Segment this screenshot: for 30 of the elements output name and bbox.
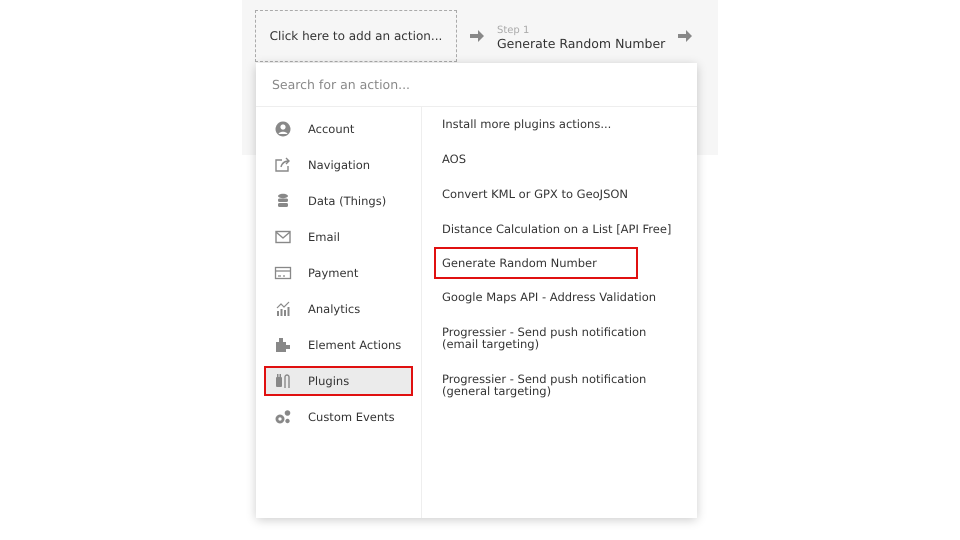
- action-item[interactable]: Progressier - Send push notification (general targeting): [434, 368, 681, 402]
- person-icon: [274, 121, 292, 137]
- action-item[interactable]: Generate Random Number: [434, 247, 638, 279]
- action-item[interactable]: Distance Calculation on a List [API Free]: [434, 218, 680, 240]
- action-item[interactable]: Convert KML or GPX to GeoJSON: [434, 183, 636, 205]
- card-icon: [274, 265, 292, 281]
- arrow-icon: [469, 29, 485, 43]
- action-item[interactable]: Progressier - Send push notification (email targeting): [434, 321, 681, 355]
- puzzle-icon: [274, 337, 292, 353]
- category-item[interactable]: Payment: [264, 258, 413, 288]
- envelope-icon: [274, 229, 292, 245]
- action-item[interactable]: Install more plugins actions...: [434, 113, 620, 135]
- step-name[interactable]: Generate Random Number: [497, 36, 666, 51]
- category-item[interactable]: Navigation: [264, 150, 413, 180]
- plug-icon: [274, 373, 292, 389]
- chart-icon: [274, 301, 292, 317]
- add-action-button[interactable]: Click here to add an action...: [255, 10, 457, 62]
- category-item[interactable]: Analytics: [264, 294, 413, 324]
- share-icon: [274, 157, 292, 173]
- arrow-icon: [677, 29, 694, 43]
- step-label: Step 1: [497, 25, 530, 36]
- category-item[interactable]: Email: [264, 222, 413, 252]
- action-item[interactable]: AOS: [434, 148, 474, 170]
- action-item[interactable]: Google Maps API - Address Validation: [434, 286, 664, 308]
- category-item[interactable]: Plugins: [264, 366, 413, 396]
- category-item[interactable]: Data (Things): [264, 186, 413, 216]
- search-field[interactable]: Search for an action...: [256, 63, 697, 107]
- category-item[interactable]: Custom Events: [264, 402, 413, 432]
- category-item[interactable]: Account: [264, 114, 413, 144]
- category-item[interactable]: Element Actions: [264, 330, 413, 360]
